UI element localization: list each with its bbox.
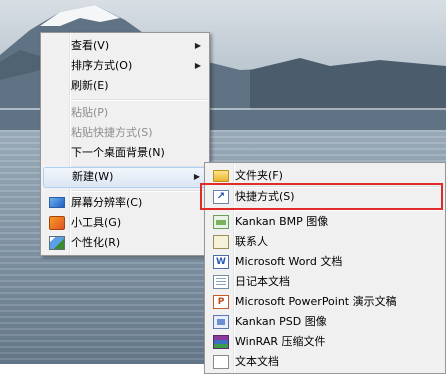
menu-separator [71, 190, 207, 192]
menu-item-next-background[interactable]: 下一个桌面背景(N) [43, 143, 207, 163]
menu-item-label: 日记本文档 [235, 275, 290, 288]
menu-item-new-psd[interactable]: Kankan PSD 图像 [207, 312, 443, 332]
menu-item-label: Kankan PSD 图像 [235, 315, 327, 328]
menu-item-paste[interactable]: 粘贴(P) [43, 103, 207, 123]
submenu-arrow-icon: ▶ [194, 41, 201, 50]
menu-item-new-word[interactable]: W Microsoft Word 文档 [207, 252, 443, 272]
contact-icon [213, 235, 229, 249]
menu-item-new-powerpoint[interactable]: P Microsoft PowerPoint 演示文稿 [207, 292, 443, 312]
menu-item-label: 查看(V) [71, 39, 110, 52]
menu-item-label: 个性化(R) [71, 236, 121, 249]
menu-item-label: 新建(W) [72, 170, 114, 183]
menu-item-label: 下一个桌面背景(N) [71, 146, 165, 159]
menu-item-sort-by[interactable]: 排序方式(O) ▶ [43, 56, 207, 76]
gadget-icon [49, 216, 65, 230]
menu-item-new-journal[interactable]: 日记本文档 [207, 272, 443, 292]
menu-item-new-text[interactable]: 文本文档 [207, 352, 443, 372]
menu-separator [71, 99, 207, 101]
menu-item-new-contact[interactable]: 联系人 [207, 232, 443, 252]
menu-item-paste-shortcut[interactable]: 粘贴快捷方式(S) [43, 123, 207, 143]
menu-item-label: 文本文档 [235, 355, 279, 368]
menu-item-label: Kankan BMP 图像 [235, 215, 329, 228]
menu-item-label: 文件夹(F) [235, 169, 283, 182]
menu-item-label: 小工具(G) [71, 216, 122, 229]
menu-item-label: 刷新(E) [71, 79, 109, 92]
menu-item-new-winrar[interactable]: WinRAR 压缩文件 [207, 332, 443, 352]
text-document-icon [213, 355, 229, 369]
menu-item-label: Microsoft Word 文档 [235, 255, 343, 268]
bmp-image-icon [213, 215, 229, 229]
menu-item-new-bmp[interactable]: Kankan BMP 图像 [207, 212, 443, 232]
powerpoint-icon: P [213, 295, 229, 309]
menu-item-new[interactable]: 新建(W) ▶ [43, 167, 207, 188]
word-icon: W [213, 255, 229, 269]
psd-image-icon [213, 315, 229, 329]
submenu-arrow-icon: ▶ [194, 61, 201, 70]
desktop-context-menu: 查看(V) ▶ 排序方式(O) ▶ 刷新(E) 粘贴(P) 粘贴快捷方式(S) … [40, 32, 210, 256]
menu-item-screen-resolution[interactable]: 屏幕分辨率(C) [43, 193, 207, 213]
menu-item-label: 粘贴快捷方式(S) [71, 126, 153, 139]
menu-item-label: 粘贴(P) [71, 106, 109, 119]
menu-item-label: 屏幕分辨率(C) [71, 196, 143, 209]
menu-item-view[interactable]: 查看(V) ▶ [43, 36, 207, 56]
personalize-icon [49, 236, 65, 250]
highlight-annotation-box [200, 183, 443, 210]
menu-item-label: WinRAR 压缩文件 [235, 335, 326, 348]
menu-item-personalize[interactable]: 个性化(R) [43, 233, 207, 253]
folder-icon [213, 170, 229, 182]
menu-item-label: 联系人 [235, 235, 268, 248]
winrar-icon [213, 335, 229, 349]
menu-item-label: 排序方式(O) [71, 59, 133, 72]
menu-item-gadgets[interactable]: 小工具(G) [43, 213, 207, 233]
menu-item-refresh[interactable]: 刷新(E) [43, 76, 207, 96]
menu-item-label: Microsoft PowerPoint 演示文稿 [235, 295, 397, 308]
journal-icon [213, 275, 229, 289]
monitor-icon [49, 197, 65, 208]
